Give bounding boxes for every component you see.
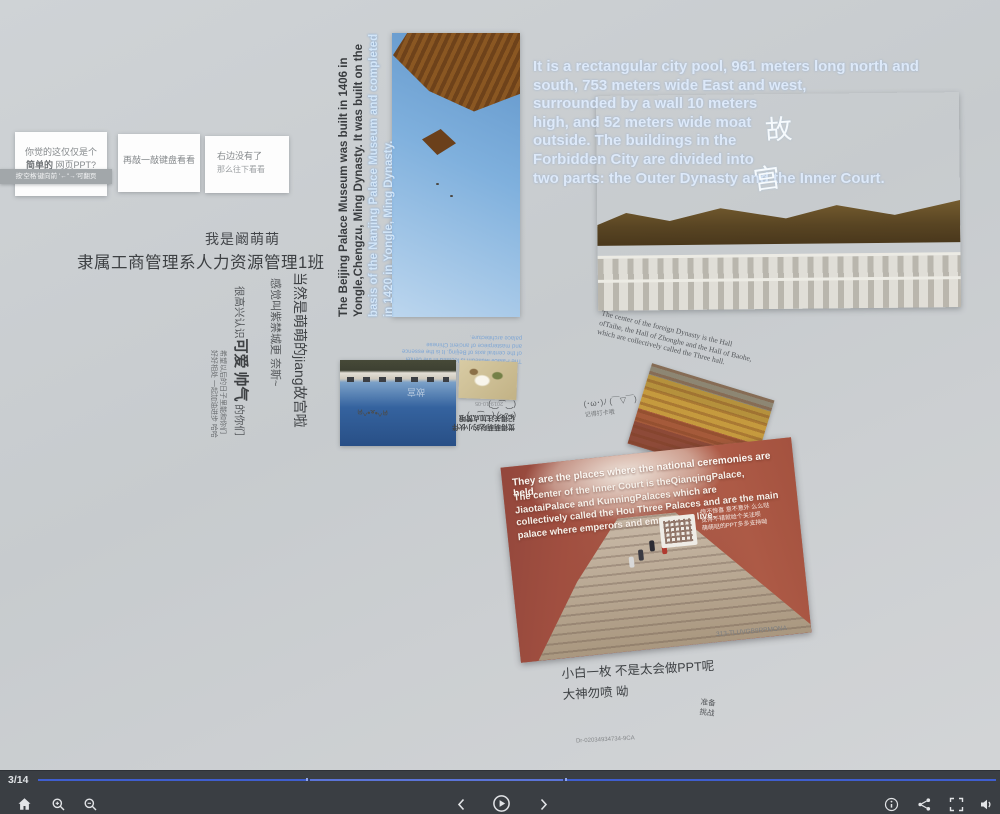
hint-card-3-line1: 右边没有了 bbox=[217, 150, 289, 163]
scribble-tag-bottom: Dr-02034934734-9CA bbox=[576, 735, 635, 744]
progress-tick bbox=[565, 778, 567, 781]
note-line-2: 感觉叫紫禁城更 奈斯~ bbox=[268, 278, 284, 484]
progress-segment bbox=[567, 779, 996, 781]
hint-strip-note: 按'空格'键向前 '←''→'可翻页 bbox=[0, 169, 112, 184]
play-circle-icon bbox=[492, 794, 511, 813]
roof-eave-photo bbox=[392, 33, 520, 317]
home-button[interactable] bbox=[13, 793, 35, 814]
note-line-1: 当然是萌萌的jiang故宫啦 bbox=[290, 272, 310, 484]
volume-icon bbox=[979, 797, 994, 812]
vertical-text: The Beijing Palace Museum was built in 1… bbox=[337, 33, 397, 317]
marble-balustrade bbox=[598, 253, 962, 311]
chevron-right-icon bbox=[536, 797, 551, 812]
zoom-out-button[interactable] bbox=[79, 793, 101, 814]
flipped-caption: The Palace Museum is located in the cent… bbox=[344, 330, 522, 363]
mini-doodle-note: 准备 挑战 bbox=[699, 697, 716, 718]
hint-card-1: 你觉的这仅仅是个 简单的 网页PPT? bbox=[15, 132, 107, 196]
roof-eave-shape bbox=[392, 33, 520, 155]
info-icon bbox=[884, 797, 899, 812]
volume-button[interactable] bbox=[975, 793, 997, 814]
autoplay-button[interactable] bbox=[489, 791, 513, 814]
note-line-3: 很高兴认识可爱 帅气 的你们 bbox=[231, 286, 252, 484]
boats-silhouette bbox=[347, 377, 449, 382]
emoticon-caption: 觉得萌萌哒的小伙伴 记得关注加点赞哦 bbox=[437, 413, 515, 431]
bird-speck bbox=[450, 195, 453, 197]
aerial-doodles: (･ω･)ﾉ (￣▽￣) 记得打卡哦 bbox=[583, 393, 638, 418]
zoom-in-icon bbox=[51, 797, 66, 812]
closing-note: 小白一枚 不是太会做PPT呢 大神勿喷 呦 bbox=[561, 656, 716, 706]
vertical-text-light: basis of the Nanjing Palace Museum and c… bbox=[368, 34, 395, 317]
stamp-photo bbox=[458, 360, 517, 400]
info-button[interactable] bbox=[880, 793, 902, 814]
next-button[interactable] bbox=[532, 793, 554, 814]
share-icon bbox=[917, 797, 932, 812]
hint-card-1-line1: 你觉的这仅仅是个 bbox=[15, 146, 107, 159]
hint-card-2: 再敲一敲键盘看看 bbox=[118, 134, 200, 192]
zoom-out-icon bbox=[83, 797, 98, 812]
roof-ornament-shape bbox=[422, 129, 456, 155]
hint-card-3-line2: 那么往下看看 bbox=[217, 163, 289, 176]
page-indicator: 3/14 bbox=[8, 774, 28, 786]
author-name: 我是阚萌萌 bbox=[205, 229, 280, 249]
vertical-text-block: The Beijing Palace Museum was built in 1… bbox=[337, 33, 397, 317]
progress-segment bbox=[310, 779, 563, 781]
pedestrian bbox=[629, 556, 635, 567]
palace-roofline bbox=[597, 195, 960, 246]
pedestrian bbox=[638, 549, 644, 560]
water-reflection-characters: 故宫 bbox=[407, 386, 425, 397]
note-small: 希望以后的日子里能和你们 好好相处 一起加油进步 哈哈 bbox=[209, 350, 227, 484]
progress-segment bbox=[38, 779, 306, 781]
three-halls-caption: The center of the foreign Dynasty is the… bbox=[596, 308, 778, 378]
rotated-notes-block: 当然是萌萌的jiang故宫啦 感觉叫紫禁城更 奈斯~ 很高兴认识可爱 帅气 的你… bbox=[200, 272, 310, 484]
moat-photo: 故宫 bbox=[340, 360, 456, 446]
author-class: 隶属工商管理系人力资源管理1班 bbox=[77, 249, 325, 273]
bird-speck bbox=[436, 183, 439, 185]
chevron-left-icon bbox=[454, 797, 469, 812]
share-button[interactable] bbox=[913, 793, 935, 814]
presentation-canvas[interactable]: 你觉的这仅仅是个 简单的 网页PPT? 按'空格'键向前 '←''→'可翻页 再… bbox=[0, 0, 1000, 814]
progress-bar[interactable] bbox=[38, 779, 996, 781]
zoom-in-button[interactable] bbox=[47, 793, 69, 814]
calligraphy-char-gu: 故 bbox=[764, 107, 794, 148]
hint-card-3: 右边没有了 那么往下看看 bbox=[205, 136, 289, 193]
home-icon bbox=[17, 797, 32, 812]
cat-face-doodle: ฅ^•ﻌ•^ฅ bbox=[357, 405, 389, 420]
rotated-notes: 当然是萌萌的jiang故宫啦 感觉叫紫禁城更 奈斯~ 很高兴认识可爱 帅气 的你… bbox=[200, 272, 310, 484]
progress-tick bbox=[306, 778, 308, 781]
qr-code bbox=[659, 514, 698, 549]
hint-card-2-line1: 再敲一敲键盘看看 bbox=[118, 154, 200, 167]
previous-button[interactable] bbox=[450, 793, 472, 814]
pedestrian bbox=[649, 540, 655, 551]
fullscreen-icon bbox=[949, 797, 964, 812]
vertical-text-dark: The Beijing Palace Museum was built in 1… bbox=[338, 44, 365, 317]
fullscreen-button[interactable] bbox=[945, 793, 967, 814]
calligraphy-char-gong: 宫 bbox=[750, 155, 782, 197]
player-toolbar: 3/14 bbox=[0, 770, 1000, 814]
